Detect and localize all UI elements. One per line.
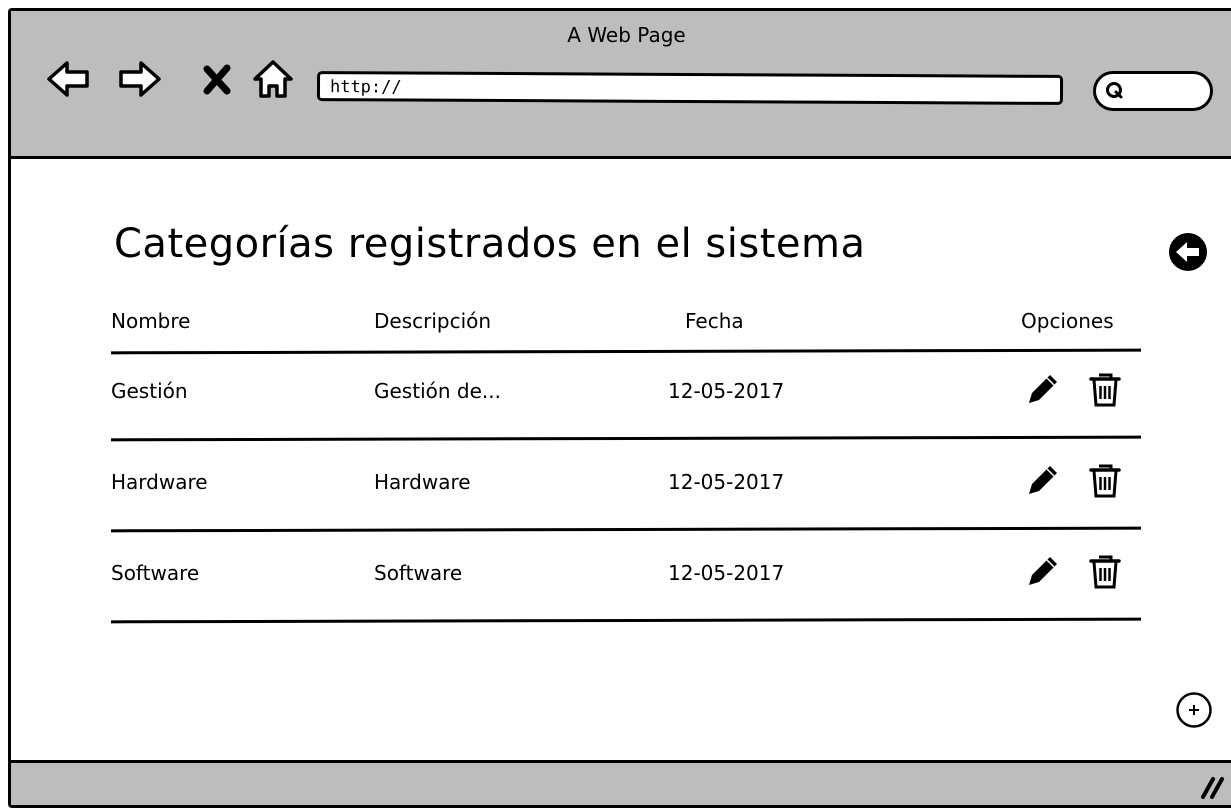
stop-icon[interactable] — [193, 55, 241, 103]
pencil-icon[interactable] — [1023, 551, 1063, 591]
back-circle-icon[interactable] — [1167, 231, 1209, 273]
categories-table: Nombre Descripción Fecha Opciones Gestió… — [110, 293, 1142, 624]
header-name: Nombre — [111, 309, 191, 333]
row-name: Gestión — [111, 379, 188, 403]
header-options: Opciones — [1021, 309, 1114, 333]
search-field[interactable] — [1093, 71, 1213, 111]
trash-icon[interactable] — [1085, 551, 1125, 591]
row-date: 12-05-2017 — [668, 379, 785, 403]
row-date: 12-05-2017 — [668, 561, 785, 585]
table-row: Software Software 12-05-2017 — [110, 531, 1142, 624]
table-header: Nombre Descripción Fecha Opciones — [110, 293, 1142, 355]
resize-grip-icon[interactable] — [1197, 773, 1227, 799]
back-arrow-icon[interactable] — [45, 55, 93, 103]
browser-toolbar: A Web Page http:// — [11, 11, 1231, 159]
url-input[interactable]: http:// — [316, 71, 1064, 105]
row-options — [1023, 551, 1123, 595]
row-options — [1023, 369, 1123, 413]
row-divider — [110, 617, 1142, 624]
trash-icon[interactable] — [1085, 369, 1125, 409]
row-options — [1023, 460, 1123, 504]
row-name: Hardware — [111, 470, 208, 494]
pencil-icon[interactable] — [1023, 369, 1063, 409]
row-description: Gestión de... — [374, 379, 501, 403]
table-row: Gestión Gestión de... 12-05-2017 — [110, 349, 1142, 442]
browser-window: A Web Page http:// Categorías registrado… — [8, 8, 1231, 808]
status-bar — [11, 760, 1231, 805]
header-date: Fecha — [685, 309, 744, 333]
row-description: Hardware — [374, 470, 471, 494]
page-title: Categorías registrados en el sistema — [114, 221, 866, 267]
header-description: Descripción — [374, 309, 492, 333]
window-title: A Web Page — [567, 23, 686, 47]
search-icon — [1106, 82, 1123, 99]
forward-arrow-icon[interactable] — [115, 55, 163, 103]
row-name: Software — [111, 561, 200, 585]
add-circle-icon[interactable] — [1175, 691, 1213, 729]
home-icon[interactable] — [249, 55, 297, 103]
pencil-icon[interactable] — [1023, 460, 1063, 500]
trash-icon[interactable] — [1085, 460, 1125, 500]
row-date: 12-05-2017 — [668, 470, 785, 494]
table-row: Hardware Hardware 12-05-2017 — [110, 440, 1142, 533]
row-description: Software — [374, 561, 463, 585]
